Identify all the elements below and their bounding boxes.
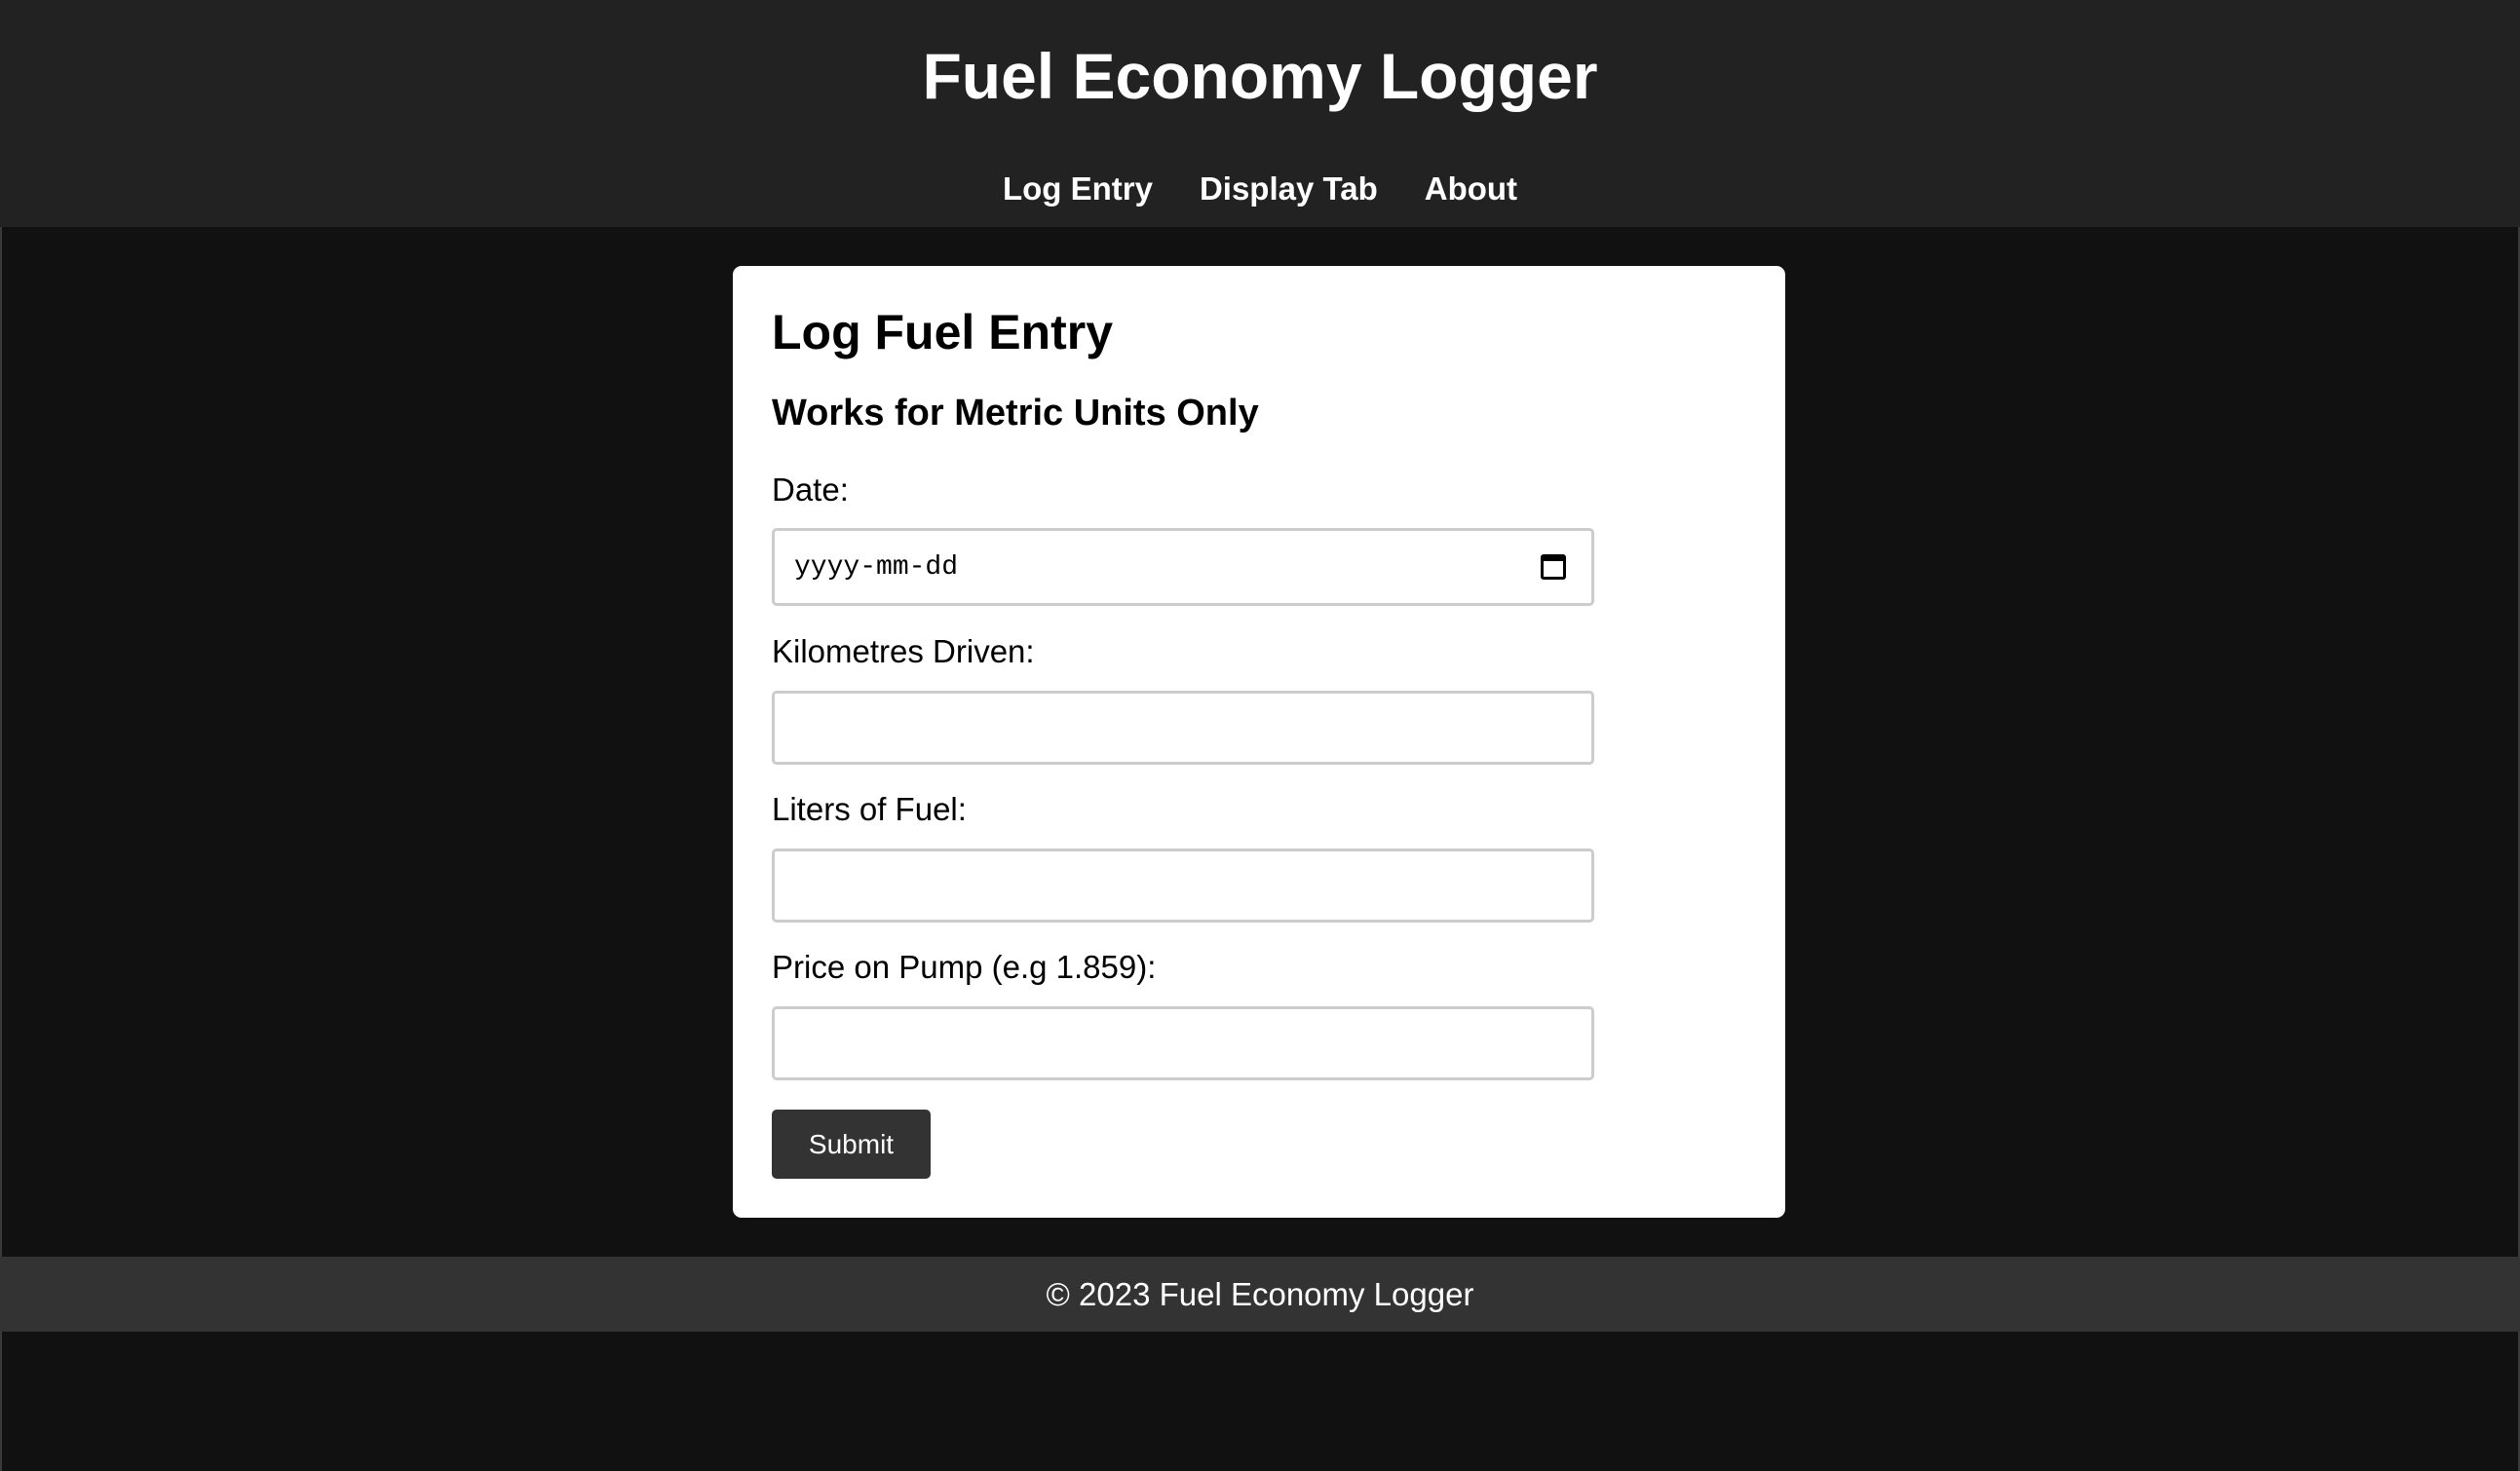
form-heading: Log Fuel Entry bbox=[772, 305, 1113, 359]
site-footer: © 2023 Fuel Economy Logger bbox=[0, 1257, 2520, 1332]
form-subheading: Works for Metric Units Only bbox=[772, 393, 1259, 434]
price-input[interactable] bbox=[772, 1006, 1594, 1080]
date-placeholder: yyyy-mm-dd bbox=[794, 551, 959, 583]
site-title: Fuel Economy Logger bbox=[922, 40, 1598, 112]
footer-copyright: © 2023 Fuel Economy Logger bbox=[1046, 1276, 1474, 1312]
date-input[interactable]: yyyy-mm-dd bbox=[772, 528, 1594, 606]
site-header: Fuel Economy Logger Log Entry Display Ta… bbox=[0, 0, 2520, 227]
kilometres-input[interactable] bbox=[772, 691, 1594, 765]
liters-label: Liters of Fuel: bbox=[772, 791, 967, 827]
nav-log-entry[interactable]: Log Entry bbox=[1003, 166, 1153, 212]
log-entry-card: Log Fuel Entry Works for Metric Units On… bbox=[733, 266, 1785, 1218]
kilometres-label: Kilometres Driven: bbox=[772, 633, 1035, 669]
nav-about[interactable]: About bbox=[1425, 166, 1517, 212]
calendar-icon[interactable] bbox=[1541, 554, 1566, 580]
liters-input[interactable] bbox=[772, 849, 1594, 923]
nav-display-tab[interactable]: Display Tab bbox=[1200, 166, 1378, 212]
price-label: Price on Pump (e.g 1.859): bbox=[772, 949, 1157, 985]
submit-button[interactable]: Submit bbox=[772, 1110, 931, 1179]
date-label: Date: bbox=[772, 471, 849, 508]
main-nav: Log Entry Display Tab About bbox=[0, 166, 2520, 212]
